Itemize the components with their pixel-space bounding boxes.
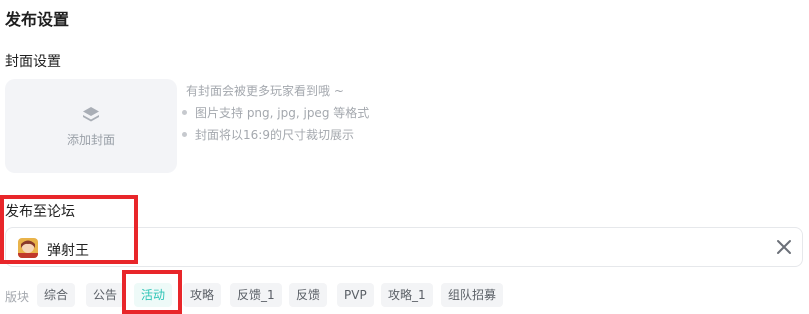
- clear-icon[interactable]: [775, 238, 793, 256]
- game-avatar: [18, 238, 38, 258]
- board-tag-announcement[interactable]: 公告: [86, 283, 125, 307]
- forum-select[interactable]: [5, 227, 803, 267]
- cover-hint: 有封面会被更多玩家看到哦 ~: [186, 84, 344, 98]
- board-label: 版块: [5, 290, 30, 304]
- board-tag-pvp[interactable]: PVP: [337, 283, 374, 307]
- layers-icon: [83, 106, 99, 121]
- selected-game-name: 弹射王: [47, 243, 89, 259]
- page-title: 发布设置: [5, 10, 70, 29]
- add-cover-button[interactable]: 添加封面: [5, 79, 177, 173]
- game-avatar-image: [18, 238, 38, 258]
- add-cover-label: 添加封面: [66, 132, 115, 147]
- board-tag-guide-1[interactable]: 攻略_1: [381, 283, 433, 307]
- board-tag-general[interactable]: 综合: [37, 283, 76, 307]
- board-tag-feedback[interactable]: 反馈: [289, 283, 328, 307]
- board-tag-guide[interactable]: 攻略: [183, 283, 222, 307]
- board-tag-activity[interactable]: 活动: [134, 283, 173, 307]
- cover-section-title: 封面设置: [5, 54, 61, 70]
- board-tag-feedback-1[interactable]: 反馈_1: [230, 283, 282, 307]
- board-tag-team-recruit[interactable]: 组队招募: [441, 283, 504, 307]
- cover-crop-hint: 封面将以16:9的尺寸裁切展示: [182, 126, 354, 143]
- forum-section-title: 发布至论坛: [5, 204, 75, 220]
- cover-format-hint: 图片支持 png, jpg, jpeg 等格式: [181, 104, 369, 121]
